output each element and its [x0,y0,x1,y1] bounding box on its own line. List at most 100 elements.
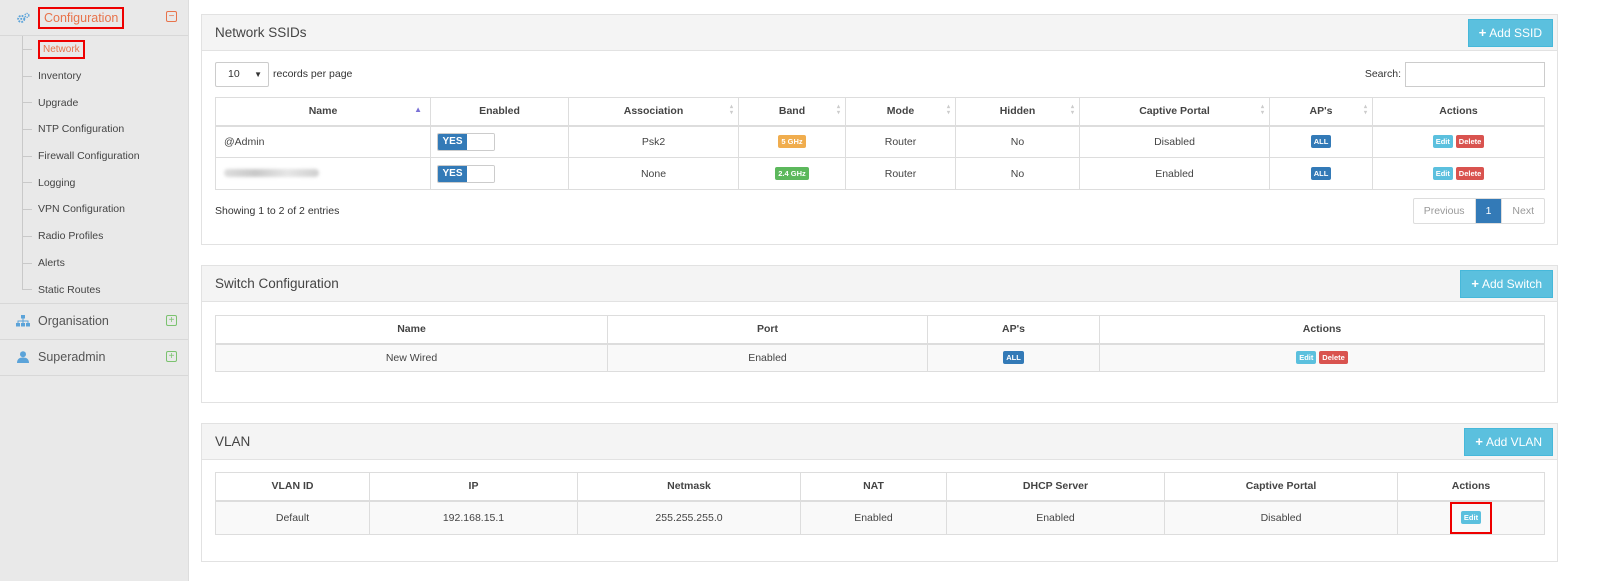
table-controls: 10 ▼ records per page Search: [202,51,1557,97]
captive-portal-cell: Disabled [1079,125,1270,158]
next-page-button[interactable]: Next [1502,199,1544,223]
sidebar-section-label: Organisation [38,314,109,329]
band-badge: 5 GHz [778,135,806,149]
delete-button[interactable]: Delete [1319,351,1348,365]
vlan-table: VLAN ID IP Netmask NAT DHCP Server Capti… [215,472,1545,535]
sidebar-item-network[interactable]: Network [0,36,188,63]
delete-button[interactable]: Delete [1455,167,1485,180]
column-header-actions: Actions [1397,472,1545,502]
add-ssid-label: Add SSID [1489,25,1542,40]
edit-button[interactable]: Edit [1460,511,1482,524]
column-header-name[interactable]: Name [215,97,431,127]
page-size-select[interactable]: 10 ▼ [215,61,269,87]
association-cell: Psk2 [568,125,739,158]
ssid-table: Name Enabled Association Band Mode Hidde… [215,97,1545,190]
pagination: Previous 1 Next [1412,198,1545,224]
sidebar-section-superadmin[interactable]: Superadmin + [0,340,188,376]
edit-button[interactable]: Edit [1432,167,1453,180]
sidebar-item-firewall[interactable]: Firewall Configuration [0,143,188,170]
column-header-netmask: Netmask [577,472,801,502]
enabled-toggle[interactable]: YES [437,164,495,183]
association-cell: None [568,157,739,190]
page-1-button[interactable]: 1 [1474,199,1503,223]
edit-button[interactable]: Edit [1296,351,1317,365]
add-vlan-button[interactable]: + Add VLAN [1464,427,1553,456]
switch-panel: Switch Configuration + Add Switch Name Po… [201,265,1558,403]
panel-header: Switch Configuration + Add Switch [202,266,1557,302]
column-header-ip: IP [369,472,578,502]
table-row: YES None 2.4 GHz Router No Enabled ALL E… [215,157,1545,190]
table-row: @Admin YES Psk2 5 GHz Router No Disabled… [215,125,1545,158]
expand-icon[interactable]: + [166,350,177,362]
plus-icon: + [1478,25,1487,40]
hidden-cell: No [955,157,1080,190]
sidebar-item-label: Upgrade [38,96,79,109]
previous-page-button[interactable]: Previous [1414,199,1475,223]
vlan-panel: VLAN + Add VLAN VLAN ID IP Netmask NAT DH… [201,423,1558,562]
panel-title: Network SSIDs [215,25,307,40]
plus-icon: + [1475,434,1483,449]
caret-down-icon: ▼ [254,69,262,79]
expand-icon[interactable]: + [166,314,177,326]
panel-title: VLAN [215,434,251,449]
switch-table: Name Port AP's Actions New Wired Enabled… [215,315,1545,372]
captive-portal-cell: Disabled [1164,500,1398,535]
sidebar-item-ntp[interactable]: NTP Configuration [0,116,188,143]
panel-title: Switch Configuration [215,276,339,291]
captive-portal-cell: Enabled [1079,157,1270,190]
page-size-value: 10 [228,68,240,80]
mode-cell: Router [845,157,956,190]
sidebar-item-label: Static Routes [38,283,101,296]
sidebar-item-logging[interactable]: Logging [0,169,188,196]
collapse-icon[interactable]: − [166,11,177,22]
sidebar-item-label: Radio Profiles [38,230,104,243]
panel-header: VLAN + Add VLAN [202,424,1557,460]
column-header-aps: AP's [927,315,1100,345]
column-header-name: Name [215,315,608,345]
column-header-captive-portal: Captive Portal [1164,472,1398,502]
sidebar-section-label: Configuration [38,6,125,29]
sidebar-item-label: VPN Configuration [38,203,125,216]
sidebar-item-label: NTP Configuration [38,123,125,136]
delete-button[interactable]: Delete [1455,135,1485,149]
add-vlan-label: Add VLAN [1485,434,1542,449]
sidebar-item-vpn[interactable]: VPN Configuration [0,196,188,223]
column-header-association[interactable]: Association [568,97,739,127]
aps-badge: ALL [1003,351,1024,365]
edit-button[interactable]: Edit [1432,135,1453,149]
dhcp-server-cell: Enabled [946,500,1165,535]
sidebar-section-configuration[interactable]: Configuration − [0,0,188,36]
search-input[interactable] [1405,61,1545,87]
column-header-actions: Actions [1099,315,1545,345]
edit-button-highlight: Edit [1450,501,1492,534]
add-switch-label: Add Switch [1481,276,1542,291]
sidebar-section-organisation[interactable]: Organisation + [0,304,188,340]
sidebar-item-alerts[interactable]: Alerts [0,250,188,277]
sidebar-item-label: Firewall Configuration [38,150,140,163]
gears-icon [16,11,30,25]
sidebar-item-static-routes[interactable]: Static Routes [0,276,188,303]
enabled-toggle[interactable]: YES [437,132,495,151]
ssid-name [215,157,431,190]
column-header-nat: NAT [800,472,947,502]
column-header-captive-portal[interactable]: Captive Portal [1079,97,1270,127]
column-header-actions: Actions [1372,97,1545,127]
ssid-panel: Network SSIDs + Add SSID 10 ▼ records per … [201,14,1558,245]
column-header-dhcp-server: DHCP Server [946,472,1165,502]
sidebar-item-label: Logging [38,176,76,189]
column-header-hidden[interactable]: Hidden [955,97,1080,127]
add-ssid-button[interactable]: + Add SSID [1467,18,1553,47]
sidebar-section-label: Superadmin [38,350,106,365]
blurred-name [224,168,319,177]
column-header-mode[interactable]: Mode [845,97,956,127]
user-icon [16,350,30,364]
sidebar-item-radio-profiles[interactable]: Radio Profiles [0,223,188,250]
aps-badge: ALL [1310,135,1332,149]
column-header-enabled[interactable]: Enabled [430,97,569,127]
column-header-aps[interactable]: AP's [1269,97,1373,127]
sidebar-item-upgrade[interactable]: Upgrade [0,89,188,116]
add-switch-button[interactable]: + Add Switch [1460,269,1553,298]
sidebar-item-inventory[interactable]: Inventory [0,63,188,90]
sidebar-item-label: Network [38,39,85,59]
column-header-band[interactable]: Band [738,97,846,127]
